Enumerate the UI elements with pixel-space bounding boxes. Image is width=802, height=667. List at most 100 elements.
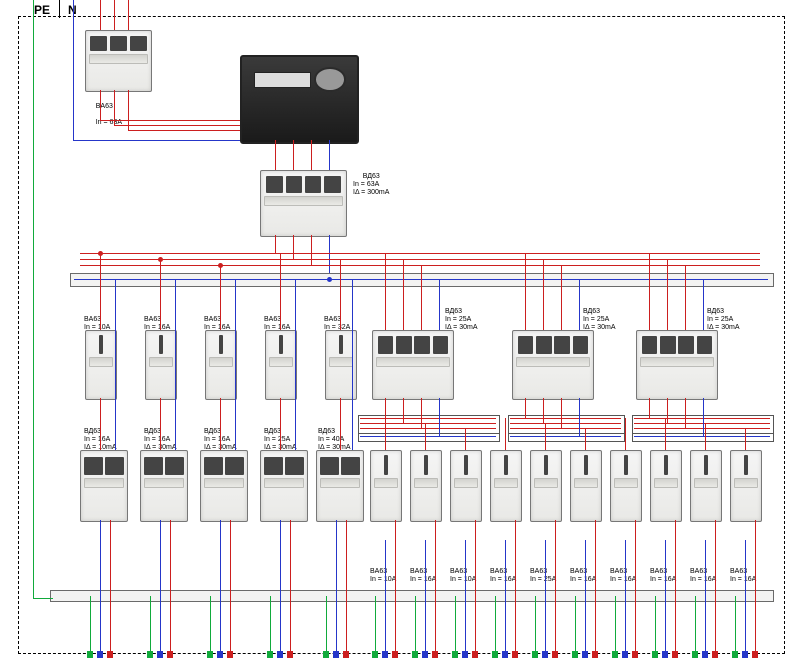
top-breaker-2 <box>205 330 237 400</box>
bb-1 <box>410 450 442 522</box>
wire <box>360 418 496 419</box>
wire <box>495 596 496 651</box>
main-breaker <box>85 30 152 92</box>
wire <box>326 596 327 651</box>
out-arrow <box>422 651 428 658</box>
wire <box>175 279 176 450</box>
wire <box>705 423 706 450</box>
wire <box>33 598 53 599</box>
wire <box>435 520 436 651</box>
rcbo-2 <box>200 450 248 522</box>
mini-bus-1n <box>508 433 625 442</box>
out-arrow <box>157 651 163 658</box>
wire <box>525 253 526 330</box>
pe-feed-wire <box>33 0 34 598</box>
wire <box>100 253 101 330</box>
out-arrow <box>333 651 339 658</box>
wire <box>280 520 281 651</box>
out-arrow <box>582 651 588 658</box>
out-arrow <box>532 651 538 658</box>
out-arrow <box>702 651 708 658</box>
wire <box>715 520 716 651</box>
bb-8 <box>690 450 722 522</box>
out-arrow <box>432 651 438 658</box>
wire <box>73 140 240 141</box>
tb3-lbl: BA63 In = 16A <box>264 308 290 332</box>
wire <box>625 540 626 651</box>
wire <box>579 279 580 330</box>
bb6-lbl: BA63 In = 16A <box>610 560 636 584</box>
wire <box>230 520 231 651</box>
wire <box>705 540 706 651</box>
bb7-lbl: BA63 In = 16A <box>650 560 676 584</box>
wire <box>585 540 586 651</box>
wire <box>703 398 704 436</box>
out-arrow <box>512 651 518 658</box>
rcd1-lbl: ВД63 In = 25A IΔ = 30mA <box>583 300 616 332</box>
wire <box>403 259 404 330</box>
wire <box>515 520 516 651</box>
bus-l2 <box>80 259 760 260</box>
wire <box>635 520 636 651</box>
wire <box>360 428 496 429</box>
wire <box>220 398 221 450</box>
out-arrow <box>227 651 233 658</box>
out-arrow <box>652 651 658 658</box>
out-arrow <box>622 651 628 658</box>
out-arrow <box>472 651 478 658</box>
pe-n-divider <box>59 0 60 18</box>
bb8-lbl: BA63 In = 16A <box>690 560 716 584</box>
wire <box>535 596 536 651</box>
wire <box>352 279 353 450</box>
out-arrow <box>452 651 458 658</box>
wire <box>755 520 756 651</box>
wire <box>170 520 171 651</box>
phase-l1-in <box>100 0 101 30</box>
wire <box>561 265 562 330</box>
energy-meter <box>240 55 359 144</box>
wire <box>575 596 576 651</box>
bb2-lbl: BA63 In = 10A <box>450 560 476 584</box>
wire <box>311 140 312 170</box>
pe-label: PE <box>34 3 50 17</box>
out-arrow <box>632 651 638 658</box>
wire <box>561 398 562 428</box>
out-arrow <box>612 651 618 658</box>
bb-3 <box>490 450 522 522</box>
wire <box>585 428 586 450</box>
wire <box>695 596 696 651</box>
wire <box>703 279 704 330</box>
wire <box>293 140 294 170</box>
bb-0 <box>370 450 402 522</box>
bb-9 <box>730 450 762 522</box>
rcbo-0 <box>80 450 128 522</box>
wire <box>510 418 621 419</box>
top-breaker-1 <box>145 330 177 400</box>
tb1-lbl: BA63 In = 16A <box>144 308 170 332</box>
wire <box>375 596 376 651</box>
out-arrow <box>147 651 153 658</box>
wire <box>280 398 281 450</box>
wire <box>625 418 626 450</box>
wire <box>685 398 686 428</box>
bb-4 <box>530 450 562 522</box>
wire <box>421 398 422 428</box>
wire <box>114 125 240 126</box>
out-arrow <box>742 651 748 658</box>
bb5-lbl: BA63 In = 16A <box>570 560 596 584</box>
wire <box>385 540 386 651</box>
phase-l3-in <box>128 0 129 30</box>
out-arrow <box>107 651 113 658</box>
wire <box>634 423 770 424</box>
wire <box>455 596 456 651</box>
wire <box>579 398 580 436</box>
out-arrow <box>97 651 103 658</box>
out-arrow <box>592 651 598 658</box>
wire <box>340 259 341 330</box>
wire <box>210 596 211 651</box>
out-arrow <box>323 651 329 658</box>
out-arrow <box>87 651 93 658</box>
bus-l3 <box>80 265 760 266</box>
out-arrow <box>572 651 578 658</box>
bb3-lbl: BA63 In = 16A <box>490 560 516 584</box>
